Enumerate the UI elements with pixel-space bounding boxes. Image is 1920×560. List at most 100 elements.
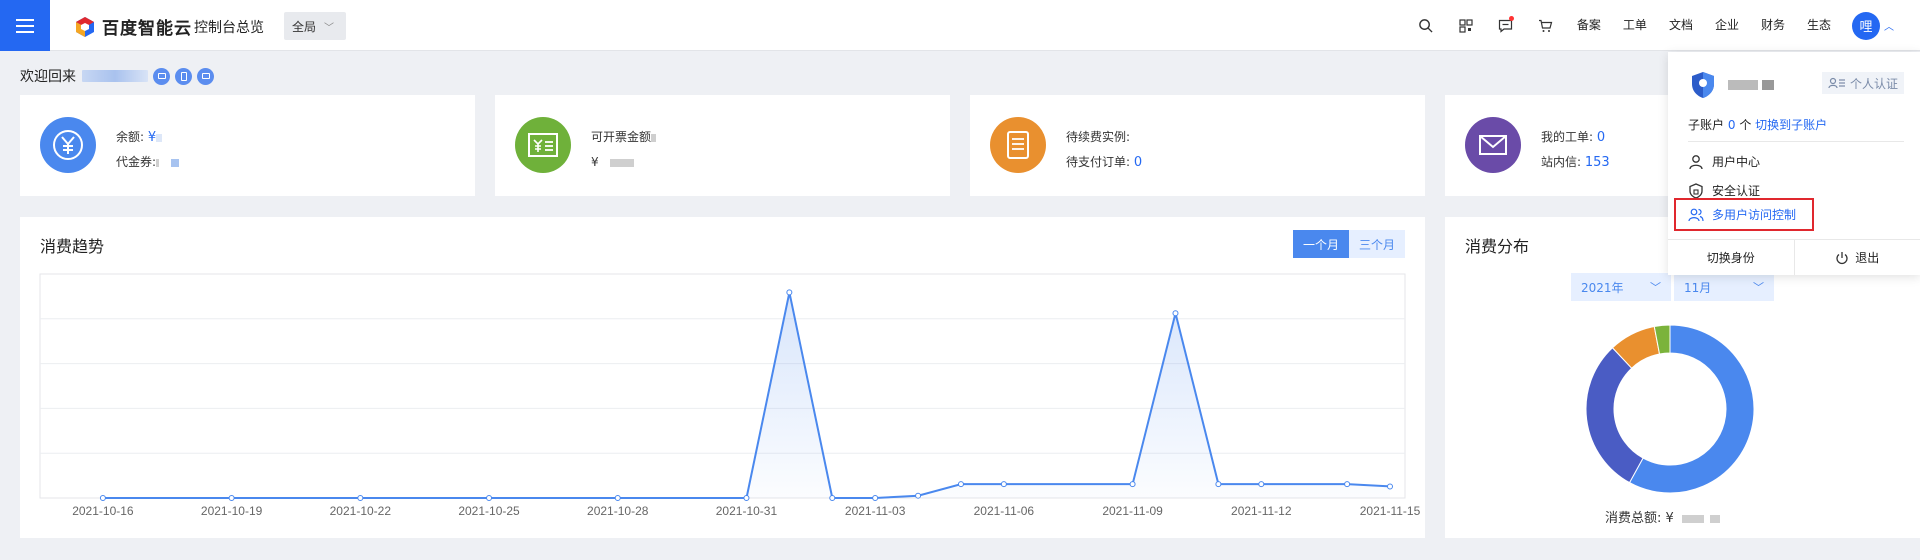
nav-link-filing[interactable]: 备案	[1566, 0, 1612, 51]
region-value: 全局	[292, 19, 317, 34]
messages-button[interactable]	[1486, 0, 1526, 51]
qrcode-button[interactable]	[1446, 0, 1486, 51]
brand-logo[interactable]: 百度智能云	[74, 14, 192, 39]
mail-icon	[1465, 117, 1521, 173]
nav-link-docs[interactable]: 文档	[1658, 0, 1704, 51]
x-tick-label: 2021-11-03	[845, 504, 906, 518]
trend-point[interactable]	[1344, 481, 1351, 488]
switch-subaccount-link[interactable]: 切换到子账户	[1755, 118, 1827, 132]
messages-label: 站内信:	[1541, 155, 1582, 169]
multi-user-access-item[interactable]: 多用户访问控制	[1674, 198, 1814, 231]
x-tick-label: 2021-11-09	[1102, 504, 1163, 518]
avatar: 哩	[1852, 11, 1880, 40]
subaccount-label: 子账户	[1688, 118, 1725, 132]
user-verify-icon[interactable]	[153, 67, 170, 85]
voucher-label: 代金券:	[116, 155, 157, 169]
invoice-prefix: ¥	[591, 155, 599, 169]
invoice-card: 可开票金额 ¥	[495, 95, 950, 196]
x-tick-label: 2021-11-15	[1360, 504, 1421, 518]
x-tick-label: 2021-11-12	[1231, 504, 1292, 518]
subaccount-row: 子账户 0 个 切换到子账户	[1688, 116, 1827, 133]
personal-verify-button[interactable]: 个人认证	[1821, 72, 1904, 94]
trend-point[interactable]	[915, 492, 922, 499]
trend-point[interactable]	[1387, 483, 1393, 490]
search-icon	[1419, 19, 1433, 33]
list-document-icon	[990, 117, 1046, 173]
x-tick-label: 2021-10-19	[201, 504, 263, 518]
top-right-nav: 备案 工单 文档 企业 财务 生态 哩 ︿	[1406, 0, 1920, 51]
trend-point[interactable]	[357, 495, 364, 501]
trend-point[interactable]	[228, 495, 235, 501]
subaccount-unit: 个	[1739, 118, 1752, 132]
trend-title: 消费趋势	[40, 237, 105, 256]
user-center-label: 用户中心	[1712, 155, 1761, 169]
shield-icon	[1689, 182, 1703, 199]
balance-card: 余额: ¥ 代金券:	[20, 95, 475, 196]
security-label: 安全认证	[1712, 184, 1761, 198]
search-button[interactable]	[1406, 0, 1446, 51]
email-icon[interactable]	[197, 67, 214, 85]
power-icon	[1836, 251, 1848, 264]
tickets-value[interactable]: 0	[1597, 130, 1605, 145]
balance-label: 余额:	[116, 130, 145, 144]
dropdown-footer: 切换身份 退出	[1668, 239, 1920, 275]
trend-point[interactable]	[1258, 481, 1265, 488]
user-center-item[interactable]: 用户中心	[1688, 153, 1760, 170]
trend-point[interactable]	[1129, 481, 1136, 488]
users-icon	[1688, 208, 1704, 221]
menu-toggle-button[interactable]	[0, 0, 50, 51]
cart-button[interactable]	[1526, 0, 1566, 51]
welcome-text: 欢迎回来	[20, 69, 76, 85]
messages-value[interactable]: 153	[1585, 155, 1610, 170]
total-prefix: ¥	[1665, 511, 1674, 526]
range-one-month-button[interactable]: 一个月	[1293, 230, 1349, 258]
donut-slice-1[interactable]	[1585, 347, 1644, 484]
trend-point[interactable]	[99, 495, 106, 501]
phone-icon[interactable]	[175, 67, 192, 85]
trend-point[interactable]	[1172, 310, 1179, 317]
total-consumption: 消费总额: ¥	[1605, 507, 1720, 526]
trend-point[interactable]	[1215, 481, 1222, 488]
switch-identity-button[interactable]: 切换身份	[1668, 240, 1795, 275]
user-dropdown-menu: 个人认证 子账户 0 个 切换到子账户 用户中心 安全认证 多用户访问控制 切换…	[1668, 52, 1920, 275]
multi-user-access-label: 多用户访问控制	[1712, 208, 1797, 222]
hamburger-icon	[16, 17, 34, 35]
trend-point[interactable]	[614, 495, 621, 501]
nav-link-finance[interactable]: 财务	[1750, 0, 1796, 51]
x-tick-label: 2021-10-28	[587, 504, 649, 518]
x-tick-label: 2021-10-16	[72, 504, 134, 518]
trend-point[interactable]	[743, 495, 750, 501]
trend-point[interactable]	[1000, 481, 1007, 488]
x-tick-label: 2021-11-06	[974, 504, 1035, 518]
renew-label: 待续费实例:	[1066, 130, 1131, 144]
region-select[interactable]: 全局 ﹀	[284, 12, 346, 40]
trend-point[interactable]	[486, 495, 493, 501]
console-title[interactable]: 控制台总览	[194, 17, 264, 37]
welcome-bar: 欢迎回来	[20, 66, 214, 86]
yuan-icon	[40, 117, 96, 173]
user-menu-button[interactable]: 哩 ︿	[1842, 11, 1920, 40]
divider	[1688, 141, 1904, 142]
balance-value: ¥	[147, 130, 157, 145]
trend-point[interactable]	[957, 481, 964, 488]
unpaid-label: 待支付订单:	[1066, 155, 1131, 169]
range-three-month-button[interactable]: 三个月	[1349, 230, 1405, 258]
nav-link-enterprise[interactable]: 企业	[1704, 0, 1750, 51]
trend-point[interactable]	[872, 495, 879, 501]
user-icon	[1689, 154, 1703, 169]
nav-link-ecosystem[interactable]: 生态	[1796, 0, 1842, 51]
trend-chart: 2021-10-16 2021-10-19 2021-10-22 2021-10-25…	[39, 273, 1421, 518]
trend-point[interactable]	[786, 289, 793, 296]
id-card-icon	[1828, 77, 1845, 89]
x-tick-label: 2021-10-25	[458, 504, 520, 518]
nav-link-tickets[interactable]: 工单	[1612, 0, 1658, 51]
total-label: 消费总额:	[1605, 511, 1662, 526]
unpaid-value[interactable]: 0	[1134, 155, 1142, 170]
renewal-card: 待续费实例: 待支付订单: 0	[970, 95, 1425, 196]
invoice-icon	[515, 117, 571, 173]
chevron-up-icon: ︿	[1884, 22, 1894, 33]
dropdown-user-info	[1688, 70, 1774, 100]
logout-button[interactable]: 退出	[1795, 240, 1920, 275]
security-item[interactable]: 安全认证	[1688, 182, 1760, 199]
trend-point[interactable]	[829, 495, 836, 501]
